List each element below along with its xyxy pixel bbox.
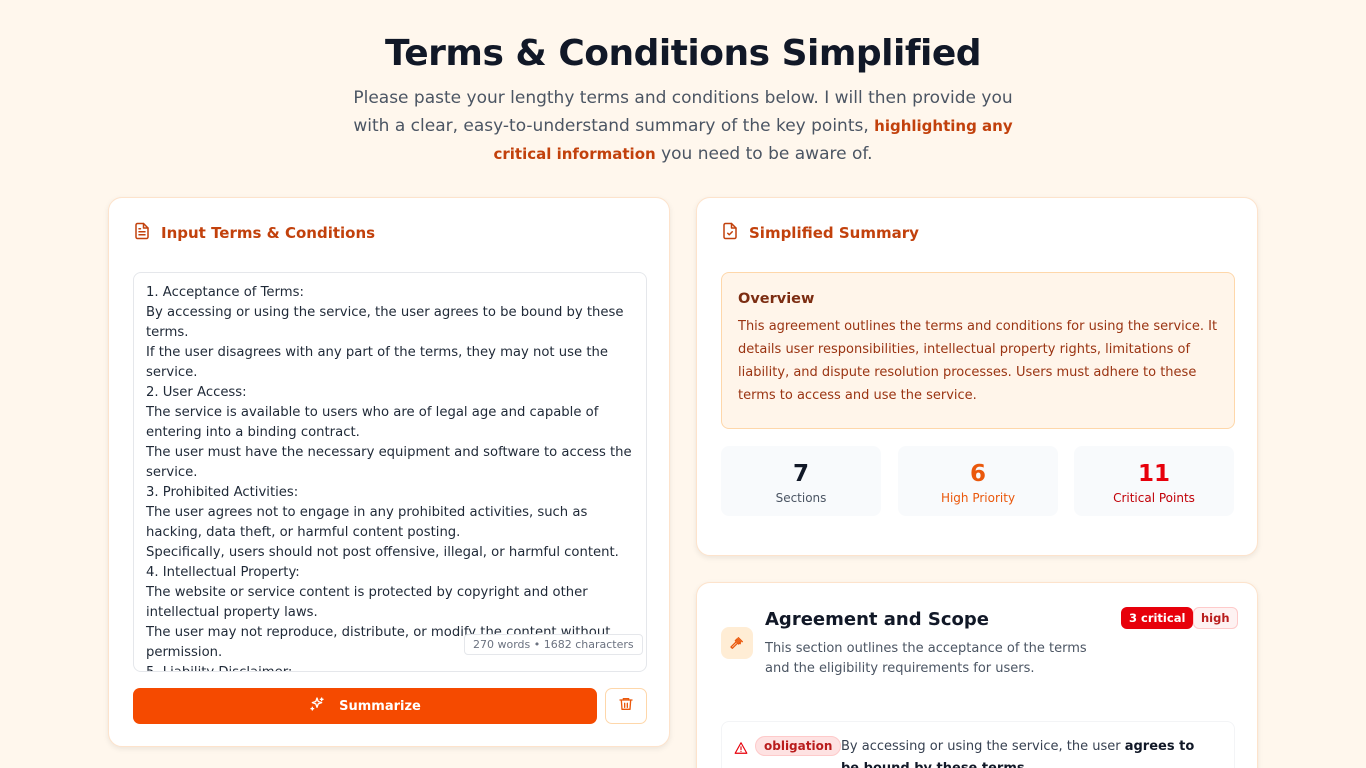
- intro-text-end: you need to be aware of.: [655, 144, 873, 164]
- section-title: Agreement and Scope: [765, 609, 989, 630]
- point-text-start: By accessing or using the service, the u…: [841, 739, 1125, 754]
- point-type-tag: obligation: [755, 736, 842, 756]
- page-title: Terms & Conditions Simplified: [384, 33, 982, 74]
- point-text: By accessing or using the service, the u…: [841, 736, 1211, 768]
- page-intro: Please paste your lengthy terms and cond…: [343, 84, 1023, 168]
- warning-icon: [734, 740, 748, 754]
- stat-label: Critical Points: [1113, 491, 1195, 505]
- key-point: obligation By accessing or using the ser…: [721, 721, 1235, 768]
- critical-count-badge: 3 critical: [1121, 607, 1194, 629]
- stat-label: Sections: [775, 491, 827, 505]
- gavel-icon: [721, 627, 753, 659]
- document-check-icon: [721, 222, 739, 244]
- stat-value: 11: [1137, 461, 1170, 487]
- terms-textarea[interactable]: 1. Acceptance of Terms: By accessing or …: [133, 272, 647, 672]
- document-icon: [133, 222, 151, 244]
- stat-label: High Priority: [940, 491, 1016, 505]
- input-card: Input Terms & Conditions 1. Acceptance o…: [108, 197, 670, 747]
- stat-value: 6: [969, 461, 986, 487]
- section-description: This section outlines the acceptance of …: [765, 641, 1087, 676]
- sparkles-icon: [309, 696, 325, 716]
- word-counter: 270 words • 1682 characters: [464, 634, 643, 655]
- summarize-label: Summarize: [339, 698, 421, 714]
- hero: Terms & Conditions Simplified Please pas…: [0, 30, 1366, 168]
- summarize-button[interactable]: Summarize: [133, 688, 597, 724]
- stat-high-priority: 6 High Priority: [898, 446, 1058, 516]
- point-text-end: .: [1025, 761, 1029, 768]
- summary-card-header: Simplified Summary: [721, 222, 919, 244]
- input-card-header: Input Terms & Conditions: [133, 222, 375, 244]
- trash-icon: [618, 696, 634, 716]
- clear-button[interactable]: [605, 688, 647, 724]
- stat-critical-points: 11 Critical Points: [1074, 446, 1234, 516]
- overview-box: Overview This agreement outlines the ter…: [721, 272, 1235, 429]
- overview-text: This agreement outlines the terms and co…: [738, 319, 1218, 403]
- input-card-title: Input Terms & Conditions: [161, 224, 376, 242]
- section-card[interactable]: Agreement and Scope This section outline…: [696, 582, 1258, 768]
- overview-title: Overview: [738, 291, 815, 307]
- stat-value: 7: [792, 461, 809, 487]
- priority-badge: high: [1193, 607, 1238, 629]
- stat-sections: 7 Sections: [721, 446, 881, 516]
- summary-card: Simplified Summary Overview This agreeme…: [696, 197, 1258, 556]
- summary-card-title: Simplified Summary: [749, 224, 919, 242]
